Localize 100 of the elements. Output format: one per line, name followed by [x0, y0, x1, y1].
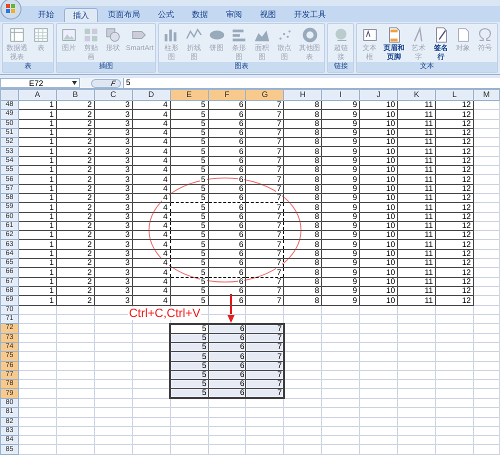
- table-cell: 4: [132, 110, 170, 120]
- table-cell: 11: [398, 110, 436, 120]
- column-header[interactable]: E: [170, 90, 208, 100]
- column-header[interactable]: J: [360, 90, 398, 100]
- ribbon-tab[interactable]: 公式: [150, 8, 182, 22]
- table-cell: 5: [170, 240, 208, 250]
- annotation-text: Ctrl+C,Ctrl+V: [128, 307, 202, 320]
- table-cell: 7: [246, 100, 284, 110]
- table-cell: 6: [208, 268, 246, 278]
- table-cell: 5: [170, 268, 208, 278]
- table-cell: 10: [360, 146, 398, 156]
- table-cell: 11: [398, 258, 436, 268]
- ribbon-tab[interactable]: 页面布局: [100, 8, 148, 22]
- table-cell: 6: [208, 277, 246, 286]
- table-cell: 8: [284, 156, 322, 166]
- table-cell: 10: [360, 119, 398, 128]
- dropdown-icon[interactable]: [72, 81, 77, 85]
- table-cell: 8: [284, 146, 322, 156]
- ribbon-tab[interactable]: 视图: [252, 8, 284, 22]
- table-cell: 5: [170, 146, 208, 156]
- formula-input[interactable]: 5: [123, 78, 500, 88]
- column-header[interactable]: I: [322, 90, 360, 100]
- ribbon-tab[interactable]: 开始: [30, 8, 62, 22]
- table-cell: 1: [18, 277, 56, 286]
- column-header[interactable]: A: [18, 90, 56, 100]
- table-cell: 7: [246, 128, 284, 138]
- column-header[interactable]: M: [473, 90, 500, 100]
- pivot-table-icon: [8, 26, 26, 44]
- table-cell: 1: [18, 221, 56, 231]
- table-cell: 8: [284, 230, 322, 240]
- column-header[interactable]: G: [246, 90, 284, 100]
- table-cell: 3: [94, 268, 132, 278]
- table-cell: 2: [56, 110, 94, 120]
- column-header[interactable]: L: [435, 90, 474, 100]
- table-cell: 4: [132, 100, 170, 110]
- column-header[interactable]: F: [208, 90, 246, 100]
- table-cell: 6: [208, 128, 246, 138]
- table-cell: 5: [170, 110, 208, 120]
- column-header[interactable]: B: [56, 90, 94, 100]
- column-header[interactable]: D: [132, 90, 170, 100]
- name-box[interactable]: E72: [0, 78, 80, 88]
- table-cell: 2: [56, 221, 94, 231]
- ribbon-tab[interactable]: 开发工具: [286, 8, 334, 22]
- table-cell: 12: [435, 128, 474, 138]
- table-cell: 10: [360, 166, 398, 175]
- table-cell: 9: [322, 119, 360, 128]
- table-cell: 3: [94, 110, 132, 120]
- table-cell: 12: [435, 212, 474, 222]
- table-cell: 3: [94, 156, 132, 166]
- ribbon-tab[interactable]: 数据: [184, 8, 216, 22]
- table-cell: 7: [246, 184, 284, 194]
- table-cell: 6: [208, 286, 246, 296]
- table-cell: 5: [170, 100, 208, 110]
- table-cell: 2: [56, 174, 94, 184]
- table-cell: 2: [56, 156, 94, 166]
- table-cell: 1: [18, 156, 56, 166]
- column-header[interactable]: K: [398, 90, 436, 100]
- table-cell: 7: [246, 146, 284, 156]
- table-cell: 8: [284, 128, 322, 138]
- ribbon-tab[interactable]: 插入: [64, 8, 98, 22]
- table-cell: 1: [18, 100, 56, 110]
- table-cell: 10: [360, 258, 398, 268]
- table-cell: 3: [94, 166, 132, 175]
- table-cell: 11: [398, 174, 436, 184]
- table-cell: 9: [322, 138, 360, 147]
- table-cell: 5: [170, 296, 208, 306]
- table-cell: 10: [360, 249, 398, 259]
- office-button[interactable]: [0, 0, 22, 20]
- table-cell: 5: [170, 249, 208, 259]
- table-cell: 8: [284, 100, 322, 110]
- table-cell: 7: [246, 138, 284, 147]
- ribbon-tab[interactable]: 审阅: [218, 8, 250, 22]
- column-header[interactable]: H: [284, 90, 322, 100]
- table-cell: 12: [435, 202, 474, 212]
- table-cell: 9: [322, 240, 360, 250]
- table-cell: 2: [56, 146, 94, 156]
- column-header[interactable]: C: [94, 90, 132, 100]
- table-cell: 8: [284, 166, 322, 175]
- table-cell: 4: [132, 193, 170, 203]
- table-cell: 5: [170, 230, 208, 240]
- function-icon[interactable]: [91, 78, 121, 88]
- table-cell: 11: [398, 221, 436, 231]
- table-cell: 5: [170, 174, 208, 184]
- table-cell: 9: [322, 286, 360, 296]
- table-cell: 6: [208, 296, 246, 306]
- table-cell: 9: [322, 202, 360, 212]
- table-cell: 10: [360, 286, 398, 296]
- table-cell: 4: [132, 221, 170, 231]
- table-cell: 8: [284, 277, 322, 286]
- table-cell: 2: [56, 296, 94, 306]
- table-cell: 7: [246, 110, 284, 120]
- table-cell: 9: [322, 258, 360, 268]
- table-cell: 4: [132, 249, 170, 259]
- table-cell: 9: [322, 156, 360, 166]
- omega-icon: [476, 26, 494, 44]
- table-cell: 6: [208, 146, 246, 156]
- table-cell: 8: [284, 184, 322, 194]
- table-cell: 6: [208, 193, 246, 203]
- table-cell: 1: [18, 138, 56, 147]
- table-cell: 12: [435, 146, 474, 156]
